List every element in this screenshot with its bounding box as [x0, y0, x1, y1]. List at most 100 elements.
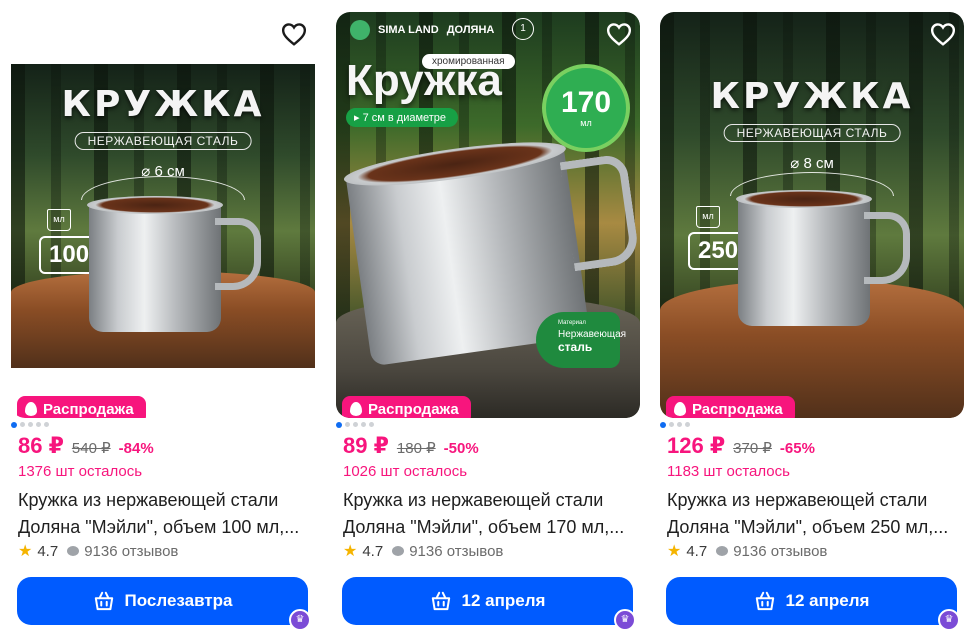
product-name[interactable]: Кружка из нержавеющей стали Доляна "Мэйл… [18, 487, 318, 541]
favorite-button[interactable] [606, 22, 632, 46]
product-photo: SIMA LAND ДОЛЯНА 1 хромированная Кружка … [336, 12, 640, 418]
delivery-date: 12 апреля [785, 591, 870, 610]
brand-name: SIMA LAND [378, 24, 439, 36]
heart-icon [930, 23, 956, 46]
reviews-count: 9136 отзывов [409, 542, 504, 560]
star-icon: ★ [667, 543, 682, 560]
forest-scene: КРУЖКА НЕРЖАВЕЮЩАЯ СТАЛЬ ⌀ 6 см мл 100 [11, 64, 315, 368]
price: 89 ₽ [343, 433, 389, 458]
image-subtitle: НЕРЖАВЕЮЩАЯ СТАЛЬ [723, 124, 901, 142]
rating-value: 4.7 [362, 542, 384, 560]
gallery-dot[interactable] [660, 421, 666, 428]
rating-row[interactable]: ★ 4.7 9136 отзывов [18, 541, 178, 561]
add-to-cart-button[interactable]: Послезавтра [17, 577, 308, 625]
reviews-count: 9136 отзывов [84, 542, 179, 560]
stock-left: 1376 шт осталось [18, 463, 143, 480]
old-price: 370 ₽ [733, 440, 772, 457]
image-page-number: 1 [512, 18, 534, 40]
product-name[interactable]: Кружка из нержавеющей стали Доляна "Мэйл… [343, 487, 643, 541]
price: 126 ₽ [667, 433, 726, 458]
gallery-dot[interactable] [336, 421, 342, 428]
price-row: 86 ₽ 540 ₽ -84% [18, 433, 154, 459]
sale-badge: Распродажа [17, 396, 146, 418]
discount: -65% [779, 440, 815, 457]
heart-icon [281, 23, 307, 46]
chat-bubble-icon [716, 546, 729, 556]
product-card[interactable]: КРУЖКА НЕРЖАВЕЮЩАЯ СТАЛЬ ⌀ 8 см мл 250 Р… [660, 0, 970, 632]
product-photo: КРУЖКА НЕРЖАВЕЮЩАЯ СТАЛЬ ⌀ 6 см мл 100 [11, 12, 315, 418]
image-subtitle: НЕРЖАВЕЮЩАЯ СТАЛЬ [74, 132, 252, 150]
fire-icon [674, 402, 686, 416]
image-diameter: ⌀ 8 см [790, 155, 834, 172]
delivery-date: 12 апреля [461, 591, 546, 610]
forest-scene: КРУЖКА НЕРЖАВЕЮЩАЯ СТАЛЬ ⌀ 8 см мл 250 [660, 12, 964, 418]
image-title: КРУЖКА [61, 84, 265, 125]
add-to-cart-button[interactable]: 12 апреля [342, 577, 633, 625]
mug-illustration [736, 190, 910, 326]
favorite-button[interactable] [930, 22, 956, 46]
gallery-dot[interactable] [685, 422, 690, 427]
stock-left: 1183 шт осталось [667, 463, 790, 480]
product-image[interactable]: КРУЖКА НЕРЖАВЕЮЩАЯ СТАЛЬ ⌀ 8 см мл 250 Р… [660, 12, 964, 418]
forest-scene: SIMA LAND ДОЛЯНА 1 хромированная Кружка … [336, 12, 640, 418]
gallery-dot[interactable] [11, 421, 17, 428]
gallery-dots [660, 421, 690, 428]
mug-illustration [87, 196, 261, 332]
old-price: 540 ₽ [71, 440, 111, 457]
gallery-dots [11, 421, 49, 428]
product-name[interactable]: Кружка из нержавеющей стали Доляна "Мэйл… [667, 487, 967, 541]
basket-icon [431, 591, 450, 611]
basket-icon [94, 591, 113, 611]
rating-row[interactable]: ★ 4.7 9136 отзывов [343, 541, 503, 561]
reviews-count: 9136 отзывов [733, 542, 828, 560]
gallery-dot[interactable] [361, 422, 366, 427]
brand-name-2: ДОЛЯНА [446, 24, 495, 36]
product-image[interactable]: КРУЖКА НЕРЖАВЕЮЩАЯ СТАЛЬ ⌀ 6 см мл 100 Р… [11, 12, 315, 418]
sale-badge: Распродажа [342, 396, 471, 418]
rating-value: 4.7 [37, 542, 59, 560]
volume-badge: 170 мл [542, 64, 630, 152]
gallery-dot[interactable] [345, 422, 350, 427]
price-row: 126 ₽ 370 ₽ -65% [667, 433, 815, 459]
gallery-dot[interactable] [44, 422, 49, 427]
chat-bubble-icon [67, 546, 80, 556]
fire-icon [350, 402, 362, 416]
chat-bubble-icon [392, 546, 405, 556]
gallery-dot[interactable] [20, 422, 25, 427]
sale-badge: Распродажа [666, 396, 795, 418]
rating-value: 4.7 [686, 542, 708, 560]
cup-icon: мл [696, 206, 720, 228]
basket-icon [755, 591, 774, 611]
fire-icon [25, 402, 37, 416]
discount: -50% [443, 440, 479, 457]
product-card[interactable]: КРУЖКА НЕРЖАВЕЮЩАЯ СТАЛЬ ⌀ 6 см мл 100 Р… [11, 0, 321, 632]
crown-icon: ♛ [289, 609, 311, 631]
product-card[interactable]: SIMA LAND ДОЛЯНА 1 хромированная Кружка … [336, 0, 646, 632]
price: 86 ₽ [18, 433, 64, 458]
rating-row[interactable]: ★ 4.7 9136 отзывов [667, 541, 827, 561]
image-diameter: ▸ 7 см в диаметре [346, 108, 459, 127]
gallery-dot[interactable] [353, 422, 358, 427]
cup-icon: мл [47, 209, 71, 231]
old-price: 180 ₽ [396, 440, 436, 457]
delivery-date: Послезавтра [124, 591, 233, 610]
crown-icon: ♛ [614, 609, 636, 631]
star-icon: ★ [343, 543, 358, 560]
gallery-dot[interactable] [677, 422, 682, 427]
sima-land-logo [350, 20, 370, 40]
image-title: КРУЖКА [710, 76, 914, 117]
gallery-dot[interactable] [669, 422, 674, 427]
gallery-dot[interactable] [28, 422, 33, 427]
product-image[interactable]: SIMA LAND ДОЛЯНА 1 хромированная Кружка … [336, 12, 640, 418]
gallery-dot[interactable] [36, 422, 41, 427]
stock-left: 1026 шт осталось [343, 463, 468, 480]
brand-row: SIMA LAND ДОЛЯНА 1 [350, 18, 534, 40]
image-title: Кружка [346, 56, 502, 105]
add-to-cart-button[interactable]: 12 апреля [666, 577, 957, 625]
discount: -84% [118, 440, 154, 457]
price-row: 89 ₽ 180 ₽ -50% [343, 433, 479, 459]
gallery-dot[interactable] [369, 422, 374, 427]
favorite-button[interactable] [281, 22, 307, 46]
crown-icon: ♛ [938, 609, 960, 631]
star-icon: ★ [18, 543, 33, 560]
